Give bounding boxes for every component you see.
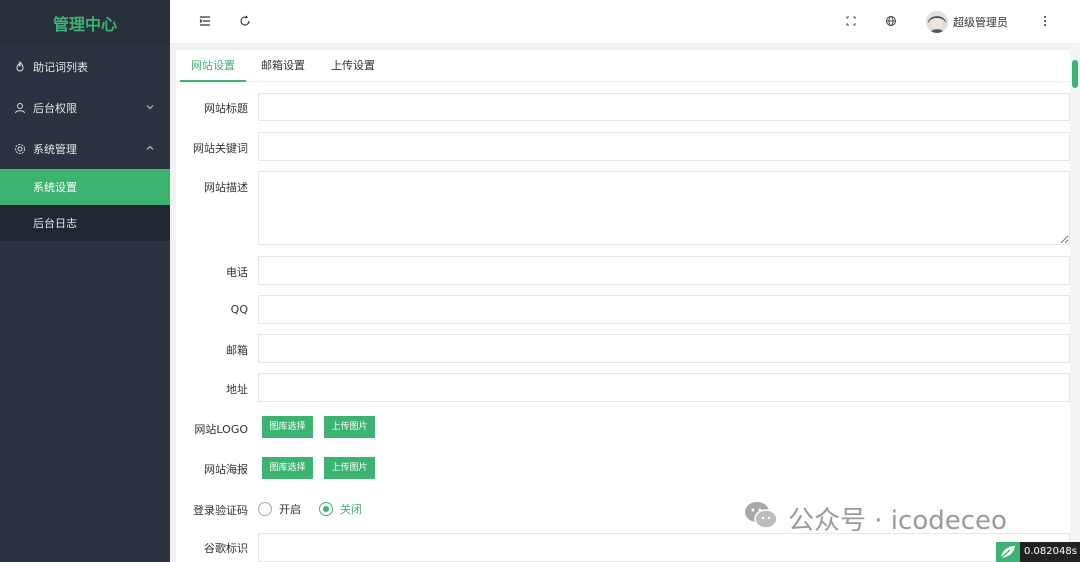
- sidebar-item-label: 后台权限: [33, 101, 77, 115]
- radio-checked-icon: [319, 502, 333, 516]
- qq-label: QQ: [230, 303, 248, 316]
- sidebar-item-system-management[interactable]: 系统管理: [0, 128, 170, 169]
- fire-icon: [14, 60, 26, 73]
- site-keywords-label: 网站关键词: [193, 142, 248, 155]
- submenu: 系统设置 后台日志: [0, 169, 170, 241]
- phone-label: 电话: [226, 266, 248, 279]
- site-title-label: 网站标题: [204, 102, 248, 115]
- poster-upload-button[interactable]: 上传图片: [324, 457, 375, 479]
- timer-text: 0.082048s: [1020, 542, 1080, 562]
- google-id-label: 谷歌标识: [204, 542, 248, 555]
- app-logo: 管理中心: [0, 0, 170, 46]
- more-vertical-icon[interactable]: [1038, 14, 1052, 28]
- sidebar-item-admin-permissions[interactable]: 后台权限: [0, 87, 170, 128]
- user-icon: [14, 102, 26, 114]
- email-input[interactable]: [258, 334, 1070, 363]
- captcha-label: 登录验证码: [193, 504, 248, 517]
- user-menu[interactable]: 超级管理员: [926, 11, 1008, 33]
- phone-input[interactable]: [258, 256, 1070, 285]
- site-description-label: 网站描述: [204, 181, 248, 194]
- chevron-down-icon: [144, 101, 156, 113]
- radio-unchecked-icon: [258, 502, 272, 516]
- captcha-option-on[interactable]: 开启: [258, 501, 301, 517]
- google-id-input[interactable]: [258, 533, 1070, 562]
- menu-toggle-icon[interactable]: [198, 14, 212, 28]
- sidebar-subitem-system-settings[interactable]: 系统设置: [0, 169, 170, 205]
- site-keywords-input[interactable]: [258, 132, 1070, 161]
- watermark: 公众号 · icodeceo: [744, 500, 1007, 537]
- globe-icon[interactable]: [884, 14, 898, 28]
- chevron-up-icon: [144, 142, 156, 154]
- refresh-icon[interactable]: [238, 14, 252, 28]
- email-label: 邮箱: [226, 344, 248, 357]
- sidebar-item-mnemonic-list[interactable]: 助记词列表: [0, 46, 170, 87]
- avatar: [926, 11, 948, 33]
- logo-upload-button[interactable]: 上传图片: [324, 416, 375, 438]
- tab-email-settings[interactable]: 邮箱设置: [250, 50, 316, 82]
- sidebar-item-label: 助记词列表: [33, 60, 88, 74]
- settings-panel: 网站设置 邮箱设置 上传设置 网站标题 网站关键词 网站描述 电话 QQ 邮箱 …: [176, 50, 1070, 562]
- fullscreen-icon[interactable]: [844, 14, 858, 28]
- sidebar: 管理中心 助记词列表 后台权限 系统管理 系统设置 后台日志: [0, 0, 170, 562]
- sidebar-subitem-admin-logs[interactable]: 后台日志: [0, 205, 170, 241]
- logo-gallery-button[interactable]: 图库选择: [262, 416, 313, 438]
- user-name: 超级管理员: [953, 16, 1008, 29]
- leaf-icon: [996, 542, 1020, 562]
- poster-gallery-button[interactable]: 图库选择: [262, 457, 313, 479]
- scrollbar-thumb[interactable]: [1072, 60, 1078, 88]
- site-title-input[interactable]: [258, 93, 1070, 121]
- gear-icon: [14, 143, 26, 155]
- tab-upload-settings[interactable]: 上传设置: [320, 50, 386, 82]
- site-description-textarea[interactable]: [258, 171, 1070, 245]
- scrollbar[interactable]: [1070, 44, 1080, 562]
- address-input[interactable]: [258, 373, 1070, 402]
- sidebar-item-label: 系统管理: [33, 142, 77, 156]
- captcha-option-on-label: 开启: [279, 503, 301, 516]
- captcha-option-off-label: 关闭: [340, 503, 362, 516]
- wechat-icon: [744, 500, 778, 537]
- tab-bar: 网站设置 邮箱设置 上传设置: [176, 50, 1070, 82]
- watermark-text: 公众号 · icodeceo: [788, 506, 1007, 536]
- tab-site-settings[interactable]: 网站设置: [180, 50, 246, 82]
- top-header: 超级管理员: [170, 0, 1080, 44]
- debug-timer: 0.082048s: [996, 542, 1080, 562]
- poster-label: 网站海报: [204, 463, 248, 476]
- address-label: 地址: [226, 383, 248, 396]
- qq-input[interactable]: [258, 295, 1070, 324]
- logo-label: 网站LOGO: [194, 423, 248, 436]
- captcha-option-off[interactable]: 关闭: [319, 501, 362, 517]
